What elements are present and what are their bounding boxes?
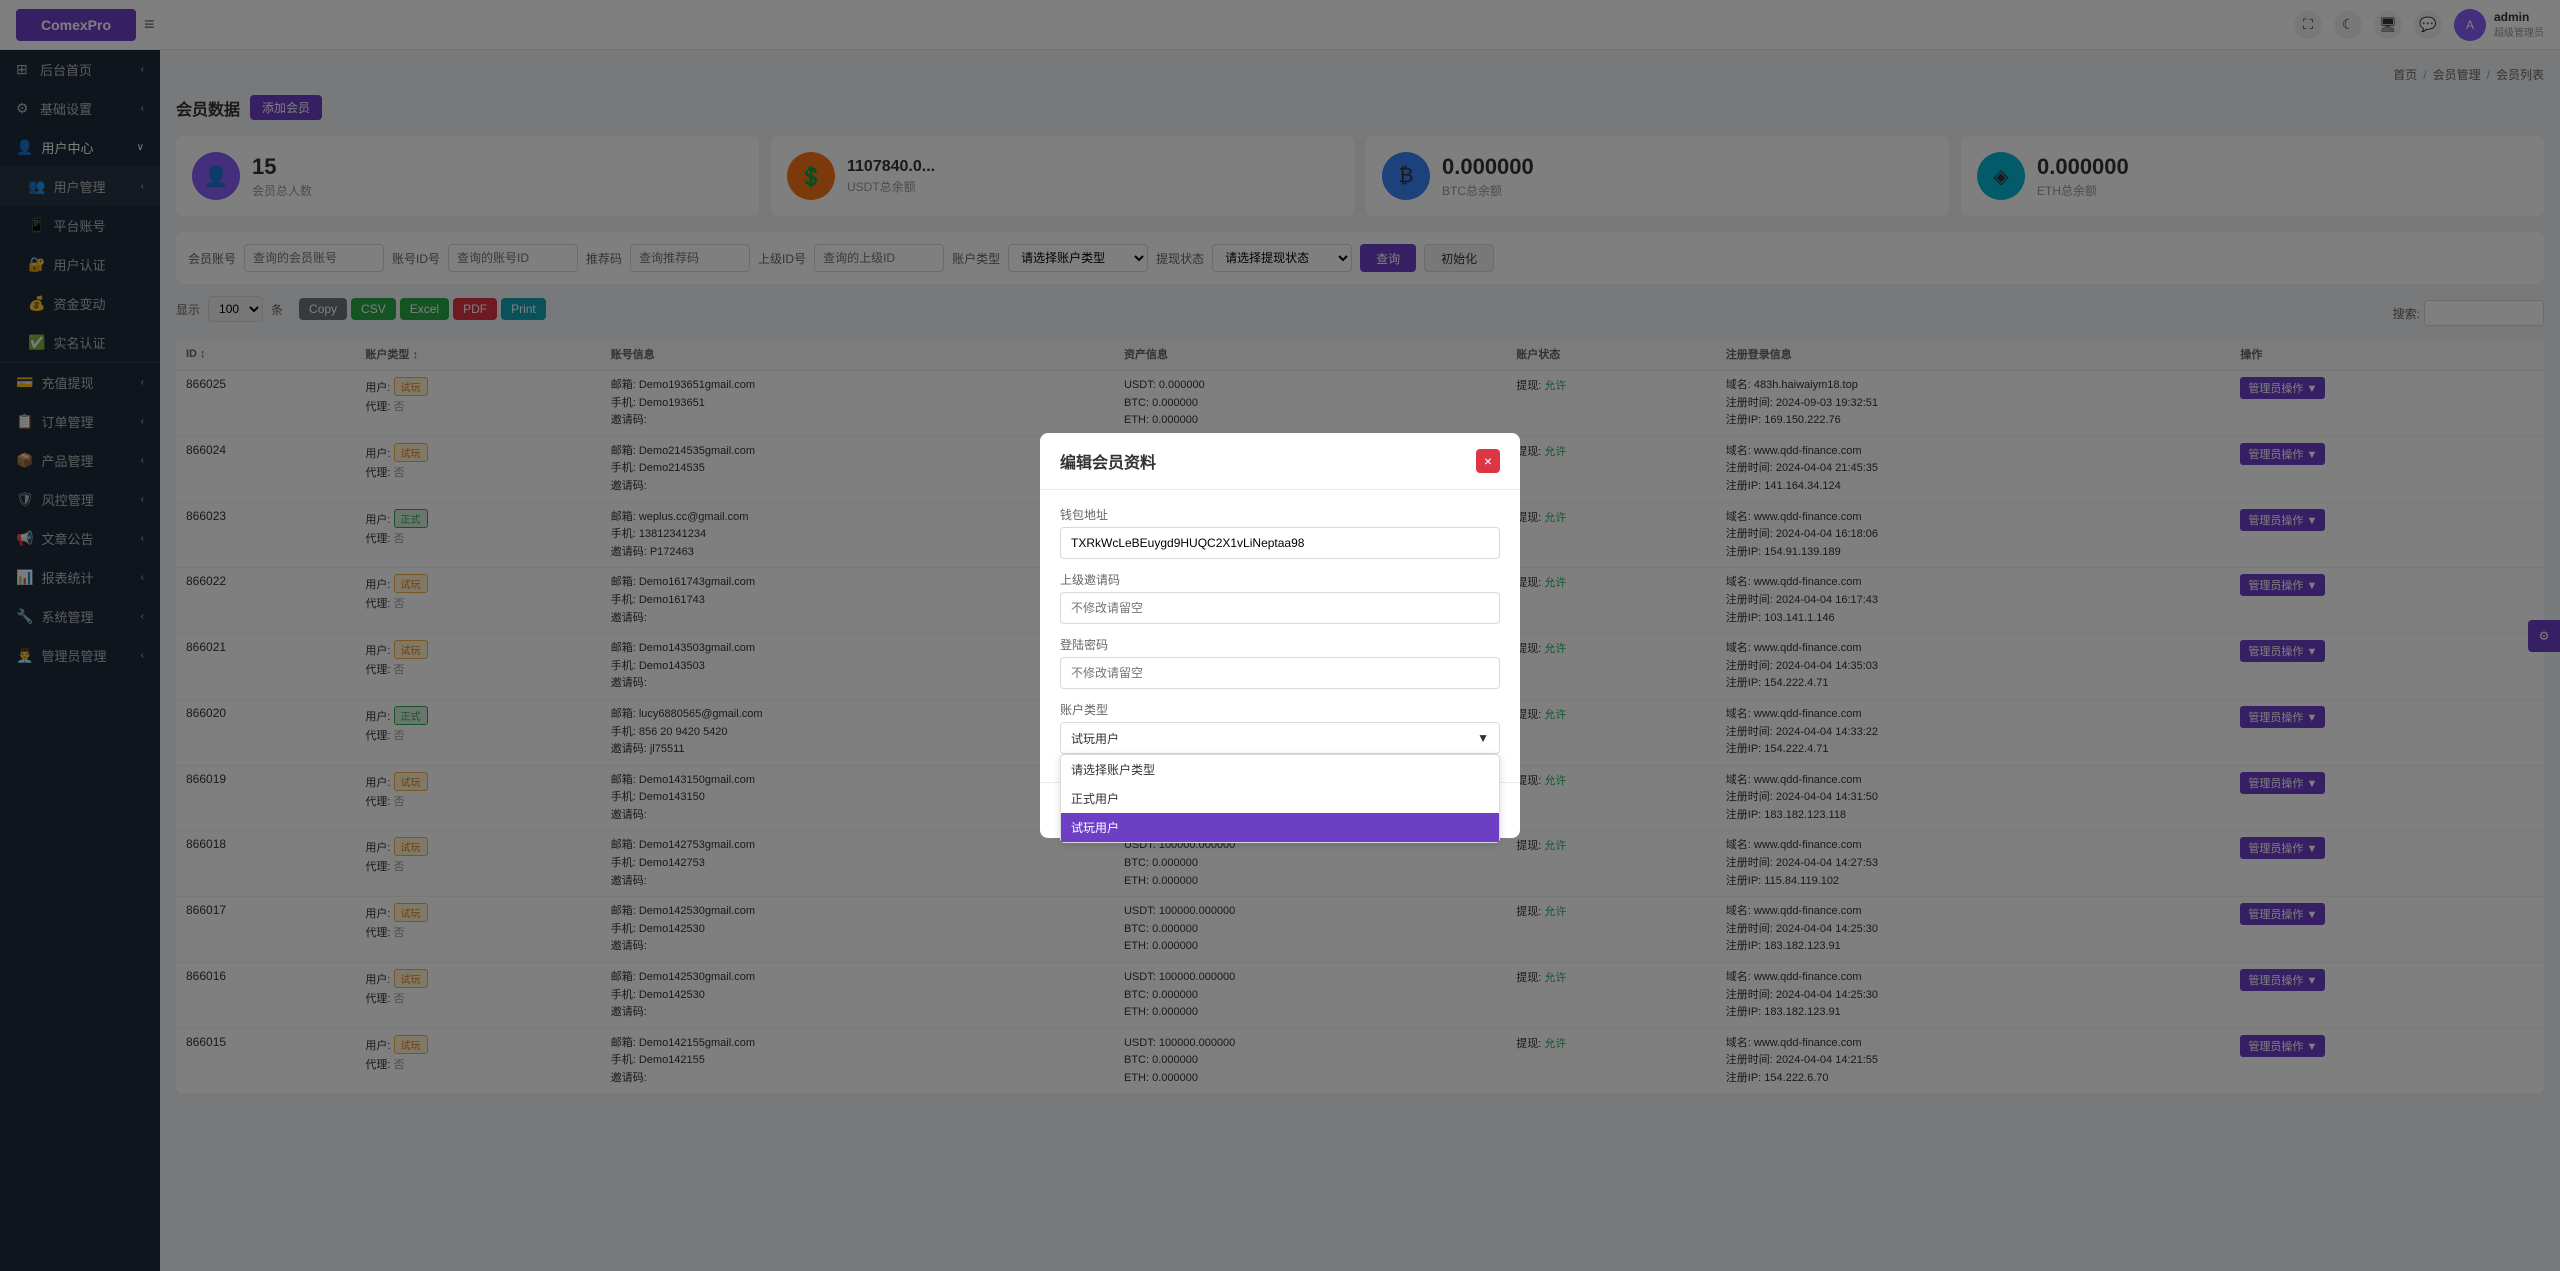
modal-body: 钱包地址 上级邀请码 登陆密码 账户类型 试玩用户 ▼	[1040, 490, 1520, 782]
dropdown-option-official[interactable]: 正式用户	[1061, 784, 1499, 813]
form-label-invite: 上级邀请码	[1060, 571, 1500, 588]
form-label-password: 登陆密码	[1060, 636, 1500, 653]
account-type-dropdown: 请选择账户类型 正式用户 试玩用户	[1060, 754, 1500, 843]
form-group-account-type: 账户类型 试玩用户 ▼ 请选择账户类型 正式用户 试玩用户	[1060, 701, 1500, 754]
dropdown-option-trial[interactable]: 试玩用户	[1061, 813, 1499, 842]
form-label-wallet: 钱包地址	[1060, 506, 1500, 523]
modal-title: 编辑会员资料	[1060, 449, 1156, 473]
form-select-wrapper: 试玩用户 ▼ 请选择账户类型 正式用户 试玩用户	[1060, 722, 1500, 754]
account-type-select[interactable]: 试玩用户 ▼	[1060, 722, 1500, 754]
form-group-password: 登陆密码	[1060, 636, 1500, 689]
account-type-value: 试玩用户	[1071, 730, 1119, 747]
form-input-wallet[interactable]	[1060, 527, 1500, 559]
form-group-wallet: 钱包地址	[1060, 506, 1500, 559]
form-group-invite: 上级邀请码	[1060, 571, 1500, 624]
modal-close-button[interactable]: ×	[1476, 449, 1500, 473]
form-input-invite[interactable]	[1060, 592, 1500, 624]
form-input-password[interactable]	[1060, 657, 1500, 689]
modal-overlay: 编辑会员资料 × 钱包地址 上级邀请码 登陆密码 账户类型 试玩用户	[0, 0, 2560, 1271]
form-label-account-type: 账户类型	[1060, 701, 1500, 718]
dropdown-option-placeholder[interactable]: 请选择账户类型	[1061, 755, 1499, 784]
edit-member-modal: 编辑会员资料 × 钱包地址 上级邀请码 登陆密码 账户类型 试玩用户	[1040, 433, 1520, 838]
modal-header: 编辑会员资料 ×	[1040, 433, 1520, 490]
select-arrow-icon: ▼	[1477, 731, 1489, 745]
